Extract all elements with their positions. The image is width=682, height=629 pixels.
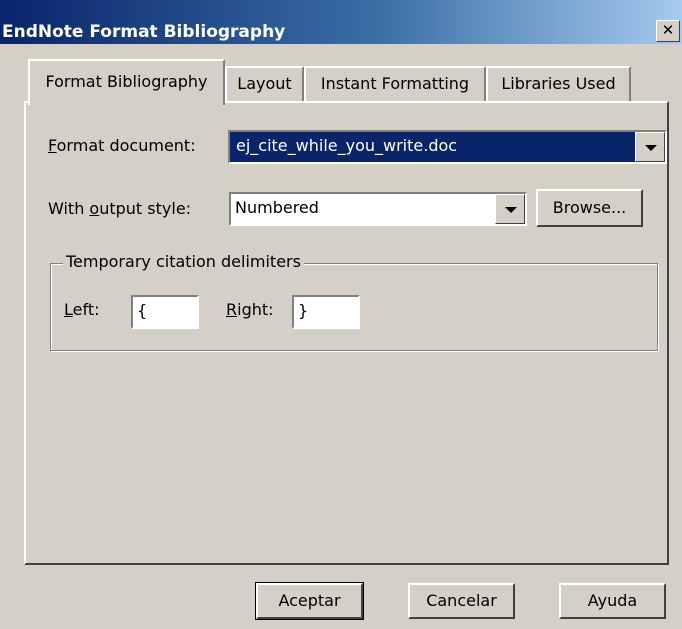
left-delimiter-label: Left: <box>64 300 100 319</box>
group-legend: Temporary citation delimiters <box>63 252 304 271</box>
tab-panel: Format document: ej_cite_while_you_write… <box>24 101 669 565</box>
close-button[interactable]: ✕ <box>656 20 680 42</box>
window-title: EndNote Format Bibliography <box>2 22 286 42</box>
ok-button[interactable]: Aceptar <box>255 582 364 620</box>
close-icon: ✕ <box>661 21 675 39</box>
output-style-label: With output style: <box>48 199 192 218</box>
browse-button[interactable]: Browse... <box>536 189 643 227</box>
title-bar: EndNote Format Bibliography ✕ <box>0 0 682 44</box>
chevron-down-icon[interactable] <box>495 194 525 224</box>
tab-instant-formatting[interactable]: Instant Formatting <box>304 66 486 102</box>
left-delimiter-input[interactable]: { <box>131 295 199 329</box>
chevron-down-icon[interactable] <box>635 132 665 162</box>
citation-delimiters-group: Temporary citation delimiters Left: { Ri… <box>50 252 658 351</box>
tab-layout[interactable]: Layout <box>225 66 304 102</box>
format-document-value: ej_cite_while_you_write.doc <box>234 136 460 155</box>
output-style-value: Numbered <box>235 198 319 217</box>
format-document-select[interactable]: ej_cite_while_you_write.doc <box>228 130 667 164</box>
output-style-select[interactable]: Numbered <box>229 192 527 226</box>
right-delimiter-label: Right: <box>226 300 274 319</box>
tab-format-bibliography[interactable]: Format Bibliography <box>28 59 225 105</box>
format-document-label: Format document: <box>48 136 196 155</box>
right-delimiter-input[interactable]: } <box>292 295 360 329</box>
cancel-button[interactable]: Cancelar <box>408 583 515 619</box>
tab-libraries-used[interactable]: Libraries Used <box>486 66 631 102</box>
help-button[interactable]: Ayuda <box>559 583 666 619</box>
